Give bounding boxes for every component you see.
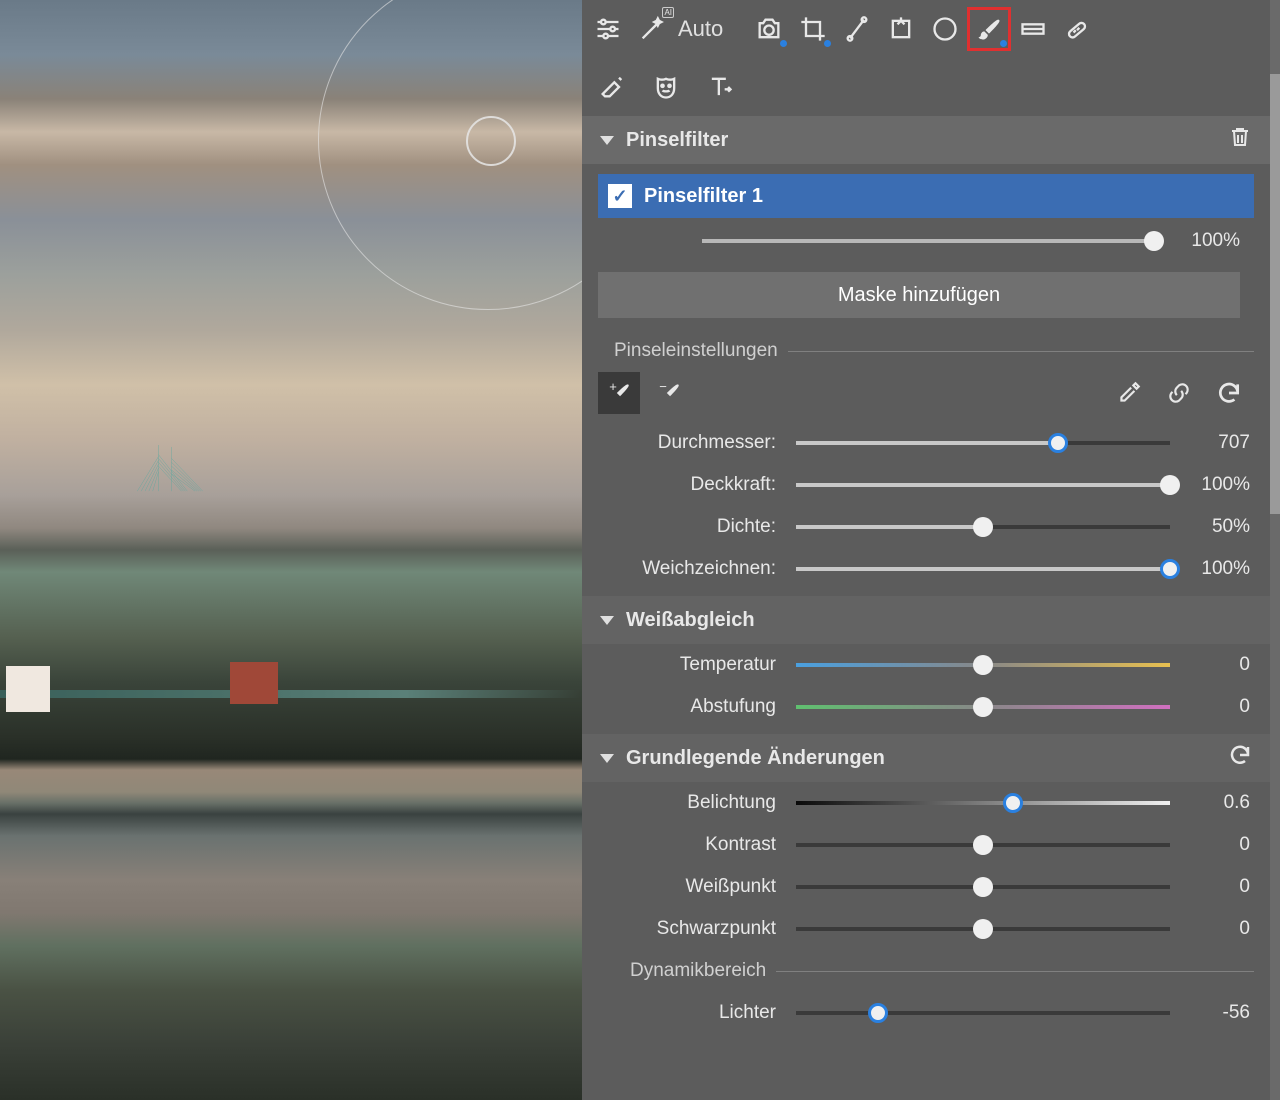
brush-outline-outer xyxy=(318,0,582,310)
exposure-slider[interactable] xyxy=(796,801,1170,805)
magic-wand-icon[interactable]: AI xyxy=(632,9,672,49)
chevron-down-icon xyxy=(600,616,614,625)
opacity-label: Deckkraft: xyxy=(582,474,782,496)
secondary-toolbar xyxy=(582,58,1270,116)
adjustments-panel: AI Auto xyxy=(582,0,1280,1100)
basic-title: Grundlegende Änderungen xyxy=(626,747,885,770)
dynamic-range-label: Dynamikbereich xyxy=(582,950,1270,992)
eyedropper-icon[interactable] xyxy=(1108,372,1150,414)
filter-opacity-slider[interactable] xyxy=(702,239,1154,243)
opacity-slider[interactable] xyxy=(796,483,1170,487)
feather-value[interactable]: 100% xyxy=(1184,558,1250,580)
perspective-icon[interactable] xyxy=(881,9,921,49)
add-mask-button[interactable]: Maske hinzufügen xyxy=(598,272,1240,318)
brushfilter-header[interactable]: Pinselfilter xyxy=(582,116,1270,164)
chevron-down-icon xyxy=(600,136,614,145)
density-slider[interactable] xyxy=(796,525,1170,529)
filter-opacity-row: 100% xyxy=(582,218,1270,262)
filter-item[interactable]: ✓ Pinselfilter 1 xyxy=(598,174,1254,218)
brush-outline-inner xyxy=(466,116,516,166)
opacity-value[interactable]: 100% xyxy=(1184,474,1250,496)
blackpoint-label: Schwarzpunkt xyxy=(582,918,782,940)
scrollbar-thumb[interactable] xyxy=(1270,74,1280,514)
undo-icon[interactable] xyxy=(1228,743,1252,773)
heal-icon[interactable] xyxy=(1057,9,1097,49)
filter-opacity-value: 100% xyxy=(1174,230,1240,252)
whitepoint-label: Weißpunkt xyxy=(582,876,782,898)
basic-header[interactable]: Grundlegende Änderungen xyxy=(582,734,1270,782)
tool-toolbar: AI Auto xyxy=(582,0,1270,58)
radial-filter-icon[interactable] xyxy=(925,9,965,49)
feather-label: Weichzeichnen: xyxy=(582,558,782,580)
brush-filter-icon[interactable] xyxy=(969,9,1009,49)
exposure-value[interactable]: 0.6 xyxy=(1184,792,1250,814)
mask-face-icon[interactable] xyxy=(646,67,686,107)
text-icon[interactable] xyxy=(700,67,740,107)
undo-icon[interactable] xyxy=(1208,372,1250,414)
image-canvas[interactable] xyxy=(0,0,582,1100)
straighten-icon[interactable] xyxy=(837,9,877,49)
filter-name: Pinselfilter 1 xyxy=(644,185,763,208)
contrast-label: Kontrast xyxy=(582,834,782,856)
brush-mode-row: + − xyxy=(582,372,1270,422)
diameter-value[interactable]: 707 xyxy=(1184,432,1250,454)
blackpoint-value[interactable]: 0 xyxy=(1184,918,1250,940)
temperature-slider[interactable] xyxy=(796,663,1170,667)
eraser-icon[interactable] xyxy=(592,67,632,107)
whitebalance-title: Weißabgleich xyxy=(626,609,755,632)
crop-icon[interactable] xyxy=(793,9,833,49)
brushfilter-title: Pinselfilter xyxy=(626,129,728,152)
brush-settings-label: Pinseleinstellungen xyxy=(582,330,1270,372)
tint-label: Abstufung xyxy=(582,696,782,718)
svg-text:−: − xyxy=(659,380,667,394)
svg-text:+: + xyxy=(609,380,617,394)
scrollbar[interactable] xyxy=(1270,0,1280,1100)
highlights-slider[interactable] xyxy=(796,1011,1170,1015)
auto-label[interactable]: Auto xyxy=(678,16,723,42)
ai-badge: AI xyxy=(662,7,674,18)
diameter-label: Durchmesser: xyxy=(582,432,782,454)
chevron-down-icon xyxy=(600,754,614,763)
highlights-value[interactable]: -56 xyxy=(1184,1002,1250,1024)
tint-value[interactable]: 0 xyxy=(1184,696,1250,718)
camera-icon[interactable] xyxy=(749,9,789,49)
add-mask-label: Maske hinzufügen xyxy=(838,284,1000,307)
highlights-label: Lichter xyxy=(582,1002,782,1024)
contrast-value[interactable]: 0 xyxy=(1184,834,1250,856)
whitebalance-header[interactable]: Weißabgleich xyxy=(582,596,1270,644)
brush-subtract-icon[interactable]: − xyxy=(648,372,690,414)
link-icon[interactable] xyxy=(1158,372,1200,414)
exposure-label: Belichtung xyxy=(582,792,782,814)
filter-checkbox[interactable]: ✓ xyxy=(608,184,632,208)
whitepoint-slider[interactable] xyxy=(796,885,1170,889)
density-label: Dichte: xyxy=(582,516,782,538)
trash-icon[interactable] xyxy=(1228,125,1252,155)
tint-slider[interactable] xyxy=(796,705,1170,709)
contrast-slider[interactable] xyxy=(796,843,1170,847)
temperature-label: Temperatur xyxy=(582,654,782,676)
diameter-slider[interactable] xyxy=(796,441,1170,445)
brush-add-icon[interactable]: + xyxy=(598,372,640,414)
gradient-filter-icon[interactable] xyxy=(1013,9,1053,49)
feather-slider[interactable] xyxy=(796,567,1170,571)
sliders-icon[interactable] xyxy=(588,9,628,49)
whitepoint-value[interactable]: 0 xyxy=(1184,876,1250,898)
blackpoint-slider[interactable] xyxy=(796,927,1170,931)
density-value[interactable]: 50% xyxy=(1184,516,1250,538)
temperature-value[interactable]: 0 xyxy=(1184,654,1250,676)
